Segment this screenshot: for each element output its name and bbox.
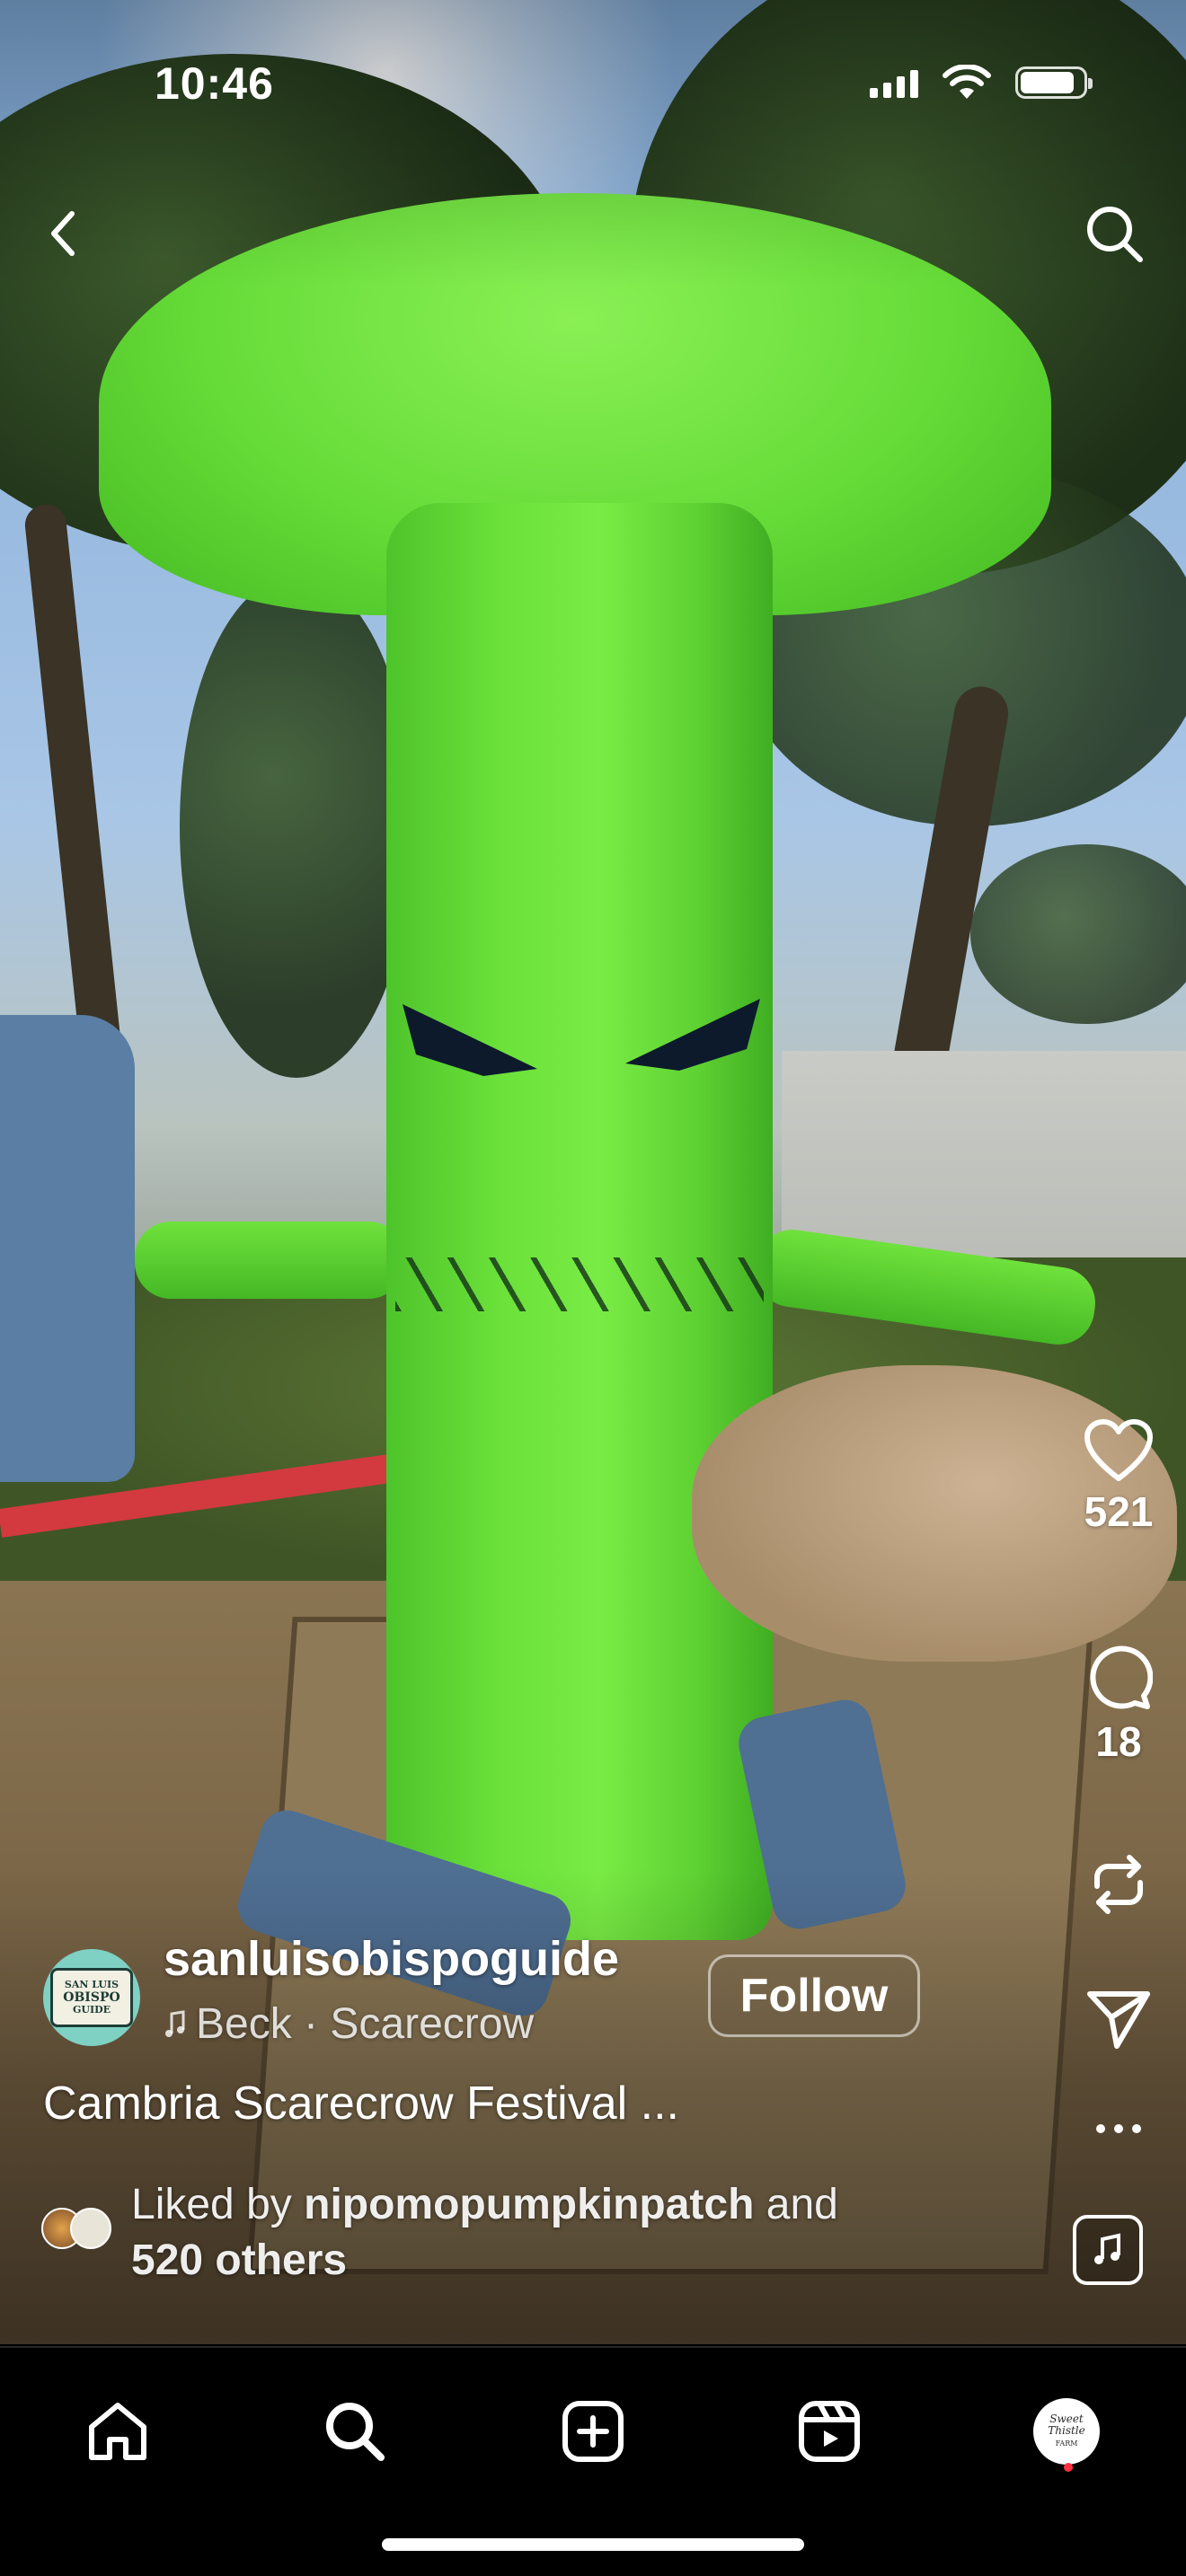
broccoli-stalk [386,503,773,1940]
avatar-text: SAN LUIS [64,1979,119,1990]
more-action[interactable] [1051,2120,1186,2138]
comment-icon[interactable] [1084,1644,1153,1712]
reel-video[interactable] [0,0,1186,2344]
search-icon [326,2403,385,2461]
scarecrow-clothes [0,1015,135,1482]
music-note-icon [165,2009,185,2037]
tree [970,844,1186,1024]
author-username[interactable]: sanluisobispoguide [164,1931,619,1987]
status-time: 10:46 [155,58,274,109]
liker-avatar [70,2208,111,2249]
profile-avatar: Sweet Thistle FARM [1048,2413,1085,2449]
notification-dot [1064,2463,1073,2472]
share-action[interactable] [1051,1985,1186,2053]
repost-action[interactable] [1051,1850,1186,1919]
comment-count: 18 [1095,1718,1142,1765]
like-action[interactable]: 521 [1051,1419,1186,1536]
author-avatar[interactable]: SAN LUIS OBISPO GUIDE [43,1949,140,2046]
avatar-text: OBISPO [63,1990,120,2005]
wifi-icon [943,65,991,99]
broccoli-mouth [395,1257,764,1311]
liked-by-prefix: Liked by [131,2181,305,2228]
liked-by-avatars[interactable] [41,2208,117,2253]
repost-icon[interactable] [1084,1850,1153,1919]
reels-icon [799,2401,860,2462]
profile-logo-text: FARM [1055,2439,1078,2448]
send-icon[interactable] [1084,1985,1153,2053]
liked-by-others[interactable]: 520 others [131,2236,347,2284]
audio-label: Beck · Scarecrow [196,2000,535,2048]
post-caption[interactable]: Cambria Scarecrow Festival ... [43,2077,679,2130]
chevron-left-icon [51,211,75,256]
status-icons [870,65,1093,101]
liked-by-text[interactable]: Liked by nipomopumpkinpatch and 520 othe… [131,2177,838,2289]
avatar-text: GUIDE [72,2004,111,2016]
more-horizontal-icon[interactable] [1092,2120,1146,2138]
heart-icon[interactable] [1084,1419,1154,1482]
cellular-signal-icon [870,67,918,98]
home-icon [89,2403,146,2460]
battery-icon [1015,66,1093,99]
home-indicator [382,2538,804,2551]
liked-by-middle: and [754,2181,838,2228]
liked-by-user[interactable]: nipomopumpkinpatch [304,2181,754,2228]
avatar-logo: SAN LUIS OBISPO GUIDE [50,1968,133,2027]
search-icon [1087,207,1143,262]
tree-trunk [22,502,127,1097]
back-button[interactable] [36,198,90,269]
create-icon [562,2401,624,2462]
search-button[interactable] [1078,198,1150,269]
broccoli-arm-left [135,1222,404,1299]
tab-reels[interactable] [789,2391,870,2472]
tree [180,575,413,1078]
follow-button[interactable]: Follow [708,1954,920,2037]
comment-action[interactable]: 18 [1051,1644,1186,1766]
top-gradient [0,0,1186,287]
audio-button[interactable] [1073,2215,1143,2285]
music-note-icon [1094,2233,1120,2264]
tab-profile[interactable]: Sweet Thistle FARM [1033,2398,1100,2465]
profile-logo-text: Sweet [1049,2413,1084,2425]
tab-create[interactable] [553,2391,633,2472]
tab-home[interactable] [77,2391,158,2472]
audio-attribution[interactable]: Beck · Scarecrow [164,1999,534,2049]
like-count: 521 [1084,1488,1154,1535]
reels-screen: 10:46 521 18 SAN LUIS OBISPO GUIDE sanlu… [0,0,1186,2576]
profile-logo-text: Thistle [1048,2424,1085,2437]
tab-search[interactable] [314,2391,395,2472]
